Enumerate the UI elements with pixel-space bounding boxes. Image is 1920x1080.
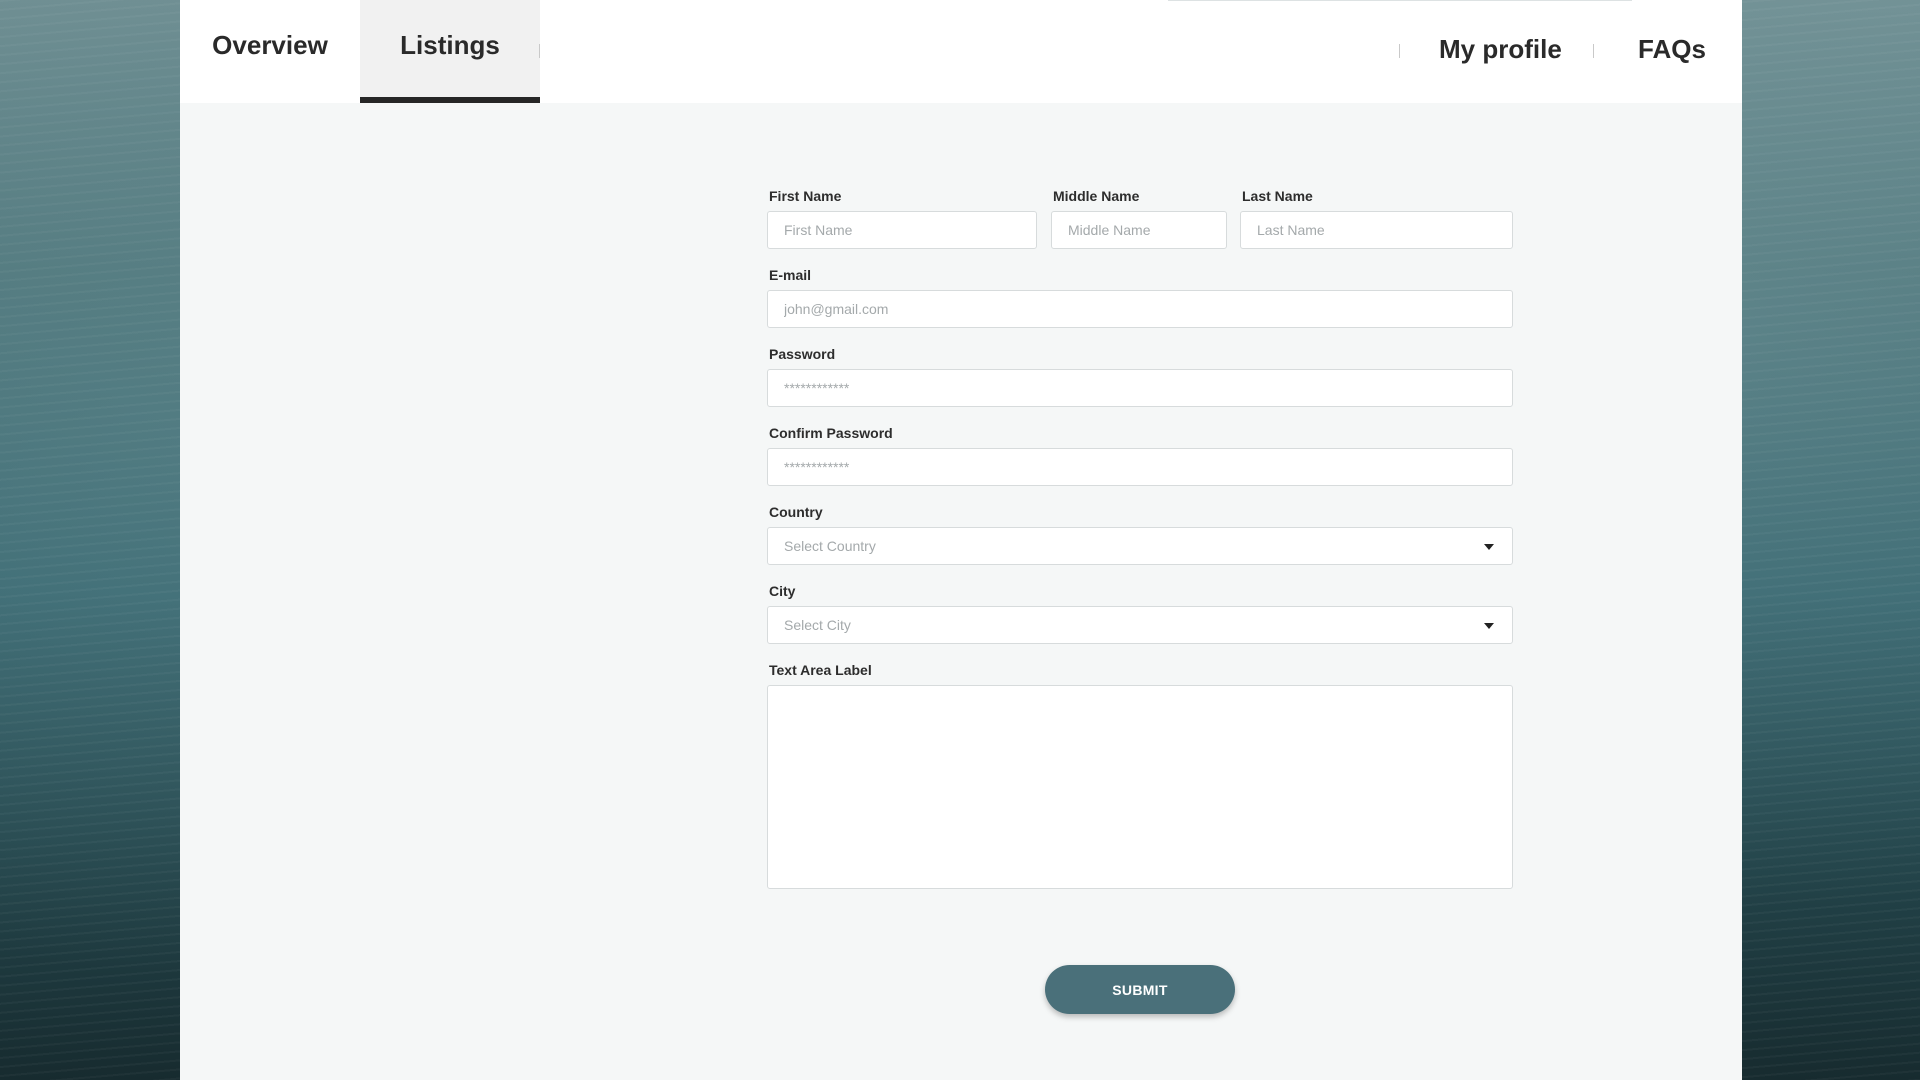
middle-name-group: Middle Name — [1051, 188, 1227, 249]
confirm-password-group: Confirm Password — [767, 425, 1513, 504]
city-group: City Select City — [767, 583, 1513, 662]
city-select[interactable]: Select City — [767, 606, 1513, 644]
last-name-group: Last Name — [1240, 188, 1513, 249]
registration-form: First Name Middle Name Last Name E-mail … — [767, 188, 1513, 893]
tab-overview-label: Overview — [212, 30, 328, 60]
first-name-group: First Name — [767, 188, 1037, 249]
name-row: First Name Middle Name Last Name — [767, 188, 1513, 267]
tab-overview[interactable]: Overview — [180, 0, 360, 103]
nav-link-my-profile[interactable]: My profile — [1439, 0, 1562, 103]
confirm-password-input[interactable] — [767, 448, 1513, 486]
password-group: Password — [767, 346, 1513, 425]
city-label: City — [769, 583, 796, 599]
country-label: Country — [769, 504, 823, 520]
first-name-label: First Name — [769, 188, 842, 204]
message-textarea[interactable] — [767, 685, 1513, 889]
tab-listings-label: Listings — [400, 30, 500, 60]
email-group: E-mail — [767, 267, 1513, 346]
email-input[interactable] — [767, 290, 1513, 328]
chevron-down-icon — [1484, 623, 1494, 629]
submit-button[interactable]: SUBMIT — [1045, 965, 1235, 1014]
first-name-input[interactable] — [767, 211, 1037, 249]
nav-link-my-profile-label: My profile — [1439, 34, 1562, 64]
middle-name-label: Middle Name — [1053, 188, 1140, 204]
nav-divider-line — [1168, 0, 1632, 1]
middle-name-input[interactable] — [1051, 211, 1227, 249]
country-group: Country Select Country — [767, 504, 1513, 583]
tab-listings[interactable]: Listings — [360, 0, 540, 103]
email-label: E-mail — [769, 267, 812, 283]
content-panel: Overview Listings My profile FAQs First … — [180, 0, 1742, 1080]
password-input[interactable] — [767, 369, 1513, 407]
country-select[interactable]: Select Country — [767, 527, 1513, 565]
nav-link-faqs[interactable]: FAQs — [1638, 0, 1706, 103]
last-name-label: Last Name — [1242, 188, 1313, 204]
chevron-down-icon — [1484, 544, 1494, 550]
textarea-group: Text Area Label — [767, 662, 1513, 893]
nav-separator — [1593, 44, 1594, 58]
confirm-password-label: Confirm Password — [769, 425, 893, 441]
city-select-value: Select City — [784, 617, 851, 633]
nav-link-faqs-label: FAQs — [1638, 34, 1706, 64]
nav-separator — [539, 44, 540, 58]
textarea-label: Text Area Label — [769, 662, 872, 678]
last-name-input[interactable] — [1240, 211, 1513, 249]
nav-separator — [1399, 44, 1400, 58]
password-label: Password — [769, 346, 836, 362]
country-select-value: Select Country — [784, 538, 876, 554]
top-navigation: Overview Listings My profile FAQs — [180, 0, 1742, 103]
